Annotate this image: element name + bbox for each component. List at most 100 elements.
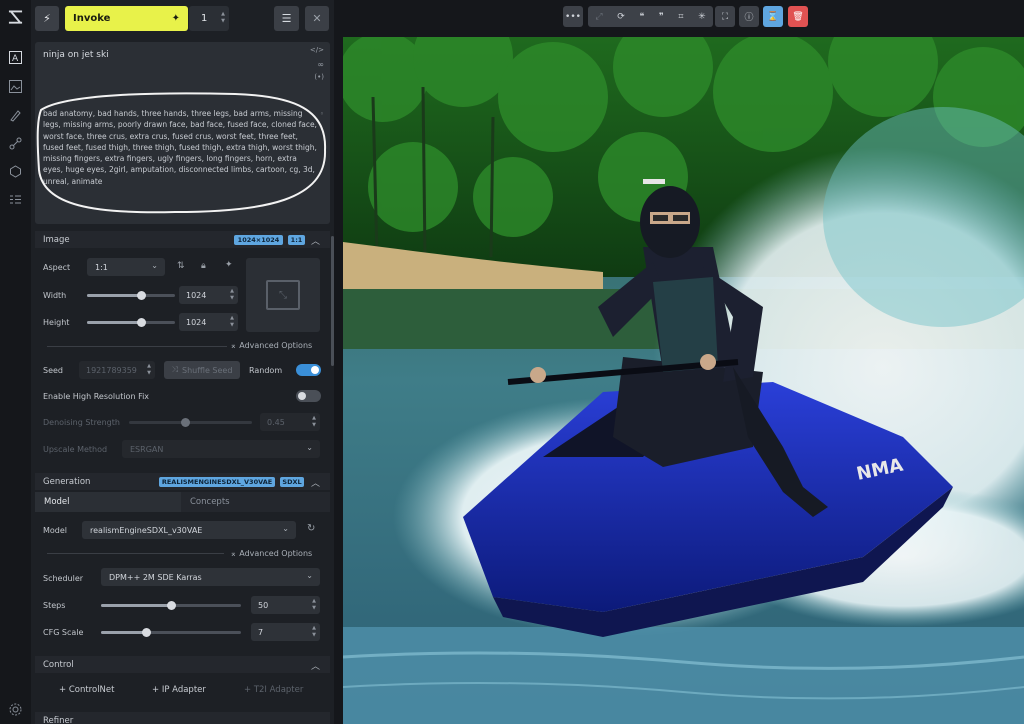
more-options-button[interactable]: ••• <box>563 6 583 27</box>
quote-icon[interactable]: ❝ <box>639 12 644 22</box>
upscale-method-label: Upscale Method <box>43 445 108 454</box>
swap-dimensions-icon[interactable]: ⇅ <box>177 261 185 271</box>
fullscreen-button[interactable]: ⛶ <box>715 6 735 27</box>
iterations-input[interactable]: 1 ▲ ▼ <box>189 6 229 31</box>
denoising-stepper[interactable]: ▲ ▼ <box>312 415 316 429</box>
refresh-models-icon[interactable]: ↻ <box>307 523 315 534</box>
chevron-up-icon: ︿ <box>310 662 320 672</box>
queue-tab-icon[interactable] <box>8 192 23 207</box>
lock-ratio-icon[interactable]: 🔒︎ <box>201 261 206 271</box>
scheduler-select[interactable]: DPM++ 2M SDE Karras ⌄ <box>101 568 320 586</box>
chevron-up-icon: ︿ <box>310 479 320 489</box>
delete-button[interactable]: 🗑︎ <box>788 6 808 27</box>
cfg-scale-input[interactable]: 7 ▲ ▼ <box>251 623 320 641</box>
hires-fix-toggle[interactable] <box>296 390 321 402</box>
model-select[interactable]: realismEngineSDXL_v30VAE ⌄ <box>82 521 296 539</box>
svg-text:A: A <box>12 54 19 64</box>
height-stepper[interactable]: ▲ ▼ <box>230 315 234 329</box>
tab-model-label: Model <box>44 497 70 507</box>
plus-icon: + <box>244 685 252 695</box>
lightning-button[interactable]: ⚡ <box>35 6 59 31</box>
text-to-image-tab-icon[interactable]: A <box>8 50 23 65</box>
cfg-stepper[interactable]: ▲ ▼ <box>312 625 316 639</box>
optimal-size-icon[interactable]: ✦ <box>225 260 233 270</box>
generation-advanced-options-toggle[interactable]: ⌅ Advanced Options <box>230 549 312 558</box>
steps-slider-handle[interactable] <box>167 601 176 610</box>
remix-icon[interactable]: ⟳ <box>617 12 625 22</box>
seed-input[interactable]: 1921789359 ▲ ▼ <box>79 361 155 379</box>
image-section-title: Image <box>43 234 70 245</box>
aspect-select[interactable]: 1:1 ⌄ <box>87 258 165 276</box>
denoising-strength-slider[interactable] <box>129 418 252 427</box>
settings-gear-icon[interactable] <box>8 702 23 717</box>
height-slider-handle[interactable] <box>137 318 146 327</box>
tab-concepts[interactable]: Concepts <box>181 492 330 512</box>
cancel-button[interactable]: ✕ <box>305 6 329 31</box>
tab-model[interactable]: Model <box>35 492 181 512</box>
refiner-section-header[interactable]: Refiner <box>35 712 330 724</box>
cfg-scale-value: 7 <box>258 627 264 637</box>
cfg-slider-handle[interactable] <box>142 628 151 637</box>
steps-input[interactable]: 50 ▲ ▼ <box>251 596 320 614</box>
info-button[interactable]: ⓘ <box>739 6 759 27</box>
add-ip-adapter-button[interactable]: + IP Adapter <box>152 685 206 695</box>
more-icon: ••• <box>565 11 581 22</box>
embedding-icon[interactable]: (•) <box>314 73 324 81</box>
queue-list-button[interactable]: ☰ <box>274 6 299 31</box>
random-seed-toggle[interactable] <box>296 364 321 376</box>
invoke-app: A ⚡ Invoke ✦ 1 ▲ ▼ ☰ ✕ ninja on jet ski … <box>0 0 1024 724</box>
steps-slider[interactable] <box>101 601 241 610</box>
panel-scrollbar[interactable] <box>331 236 334 366</box>
advanced-options-toggle[interactable]: ⌅ Advanced Options <box>230 341 312 350</box>
height-input[interactable]: 1024 ▲ ▼ <box>179 313 238 331</box>
unified-canvas-tab-icon[interactable] <box>8 108 23 123</box>
sparkle-icon[interactable]: ✳ <box>698 12 706 22</box>
upscale-method-select[interactable]: ESRGAN ⌄ <box>122 440 320 458</box>
denoising-strength-input[interactable]: 0.45 ▲ ▼ <box>260 413 320 431</box>
invoke-button[interactable]: Invoke ✦ <box>65 6 188 31</box>
cfg-scale-slider[interactable] <box>101 628 241 637</box>
steps-stepper[interactable]: ▲ ▼ <box>312 598 316 612</box>
width-slider[interactable] <box>87 291 175 300</box>
iterations-stepper[interactable]: ▲ ▼ <box>221 11 225 25</box>
t2i-adapter-label: T2I Adapter <box>253 685 304 695</box>
chevron-up-icon: ︿ <box>310 237 320 247</box>
controlnet-label: ControlNet <box>68 685 115 695</box>
invoke-logo-icon[interactable] <box>8 9 23 24</box>
steps-label: Steps <box>43 601 66 610</box>
divider <box>47 346 227 347</box>
control-section-title: Control <box>43 659 74 670</box>
denoising-slider-handle[interactable] <box>181 418 190 427</box>
invoke-label: Invoke <box>73 13 111 24</box>
height-value: 1024 <box>186 317 207 327</box>
width-slider-handle[interactable] <box>137 291 146 300</box>
width-stepper[interactable]: ▲ ▼ <box>230 288 234 302</box>
image-to-image-tab-icon[interactable] <box>8 79 23 94</box>
list-icon: ☰ <box>281 12 292 25</box>
height-slider[interactable] <box>87 318 175 327</box>
shuffle-seed-button[interactable]: ⤨ Shuffle Seed <box>164 361 240 379</box>
progress-toggle-button[interactable]: ⌛ <box>763 6 783 27</box>
image-section-header[interactable]: Image 1024×1024 1:1 ︿ <box>35 231 330 248</box>
add-t2i-adapter-button[interactable]: + T2I Adapter <box>244 685 303 695</box>
plus-icon: + <box>59 685 67 695</box>
generation-section-header[interactable]: Generation REALISMENGINESDXL_V30VAE SDXL… <box>35 473 330 490</box>
generated-image[interactable]: NMA <box>343 37 1024 724</box>
control-section-header[interactable]: Control ︿ <box>35 656 330 673</box>
width-input[interactable]: 1024 ▲ ▼ <box>179 286 238 304</box>
ruler-icon[interactable]: ⌗ <box>678 12 683 22</box>
model-manager-tab-icon[interactable] <box>8 164 23 179</box>
code-icon[interactable]: </> <box>310 46 324 54</box>
random-label: Random <box>249 366 283 375</box>
expand-arrows-icon[interactable]: ⤢ <box>595 12 602 22</box>
add-controlnet-button[interactable]: + ControlNet <box>59 685 114 695</box>
tab-concepts-label: Concepts <box>190 497 230 507</box>
positive-prompt-input[interactable]: ninja on jet ski </> ∞ (•) <box>35 42 330 94</box>
scheduler-value: DPM++ 2M SDE Karras <box>109 572 202 582</box>
workflow-tab-icon[interactable] <box>8 136 23 151</box>
seed-label: Seed <box>43 366 63 375</box>
link-icon[interactable]: ∞ <box>317 60 324 69</box>
seed-stepper[interactable]: ▲ ▼ <box>147 363 151 377</box>
asterisk-icon[interactable]: ❞ <box>659 12 664 22</box>
iterations-value: 1 <box>201 13 208 24</box>
